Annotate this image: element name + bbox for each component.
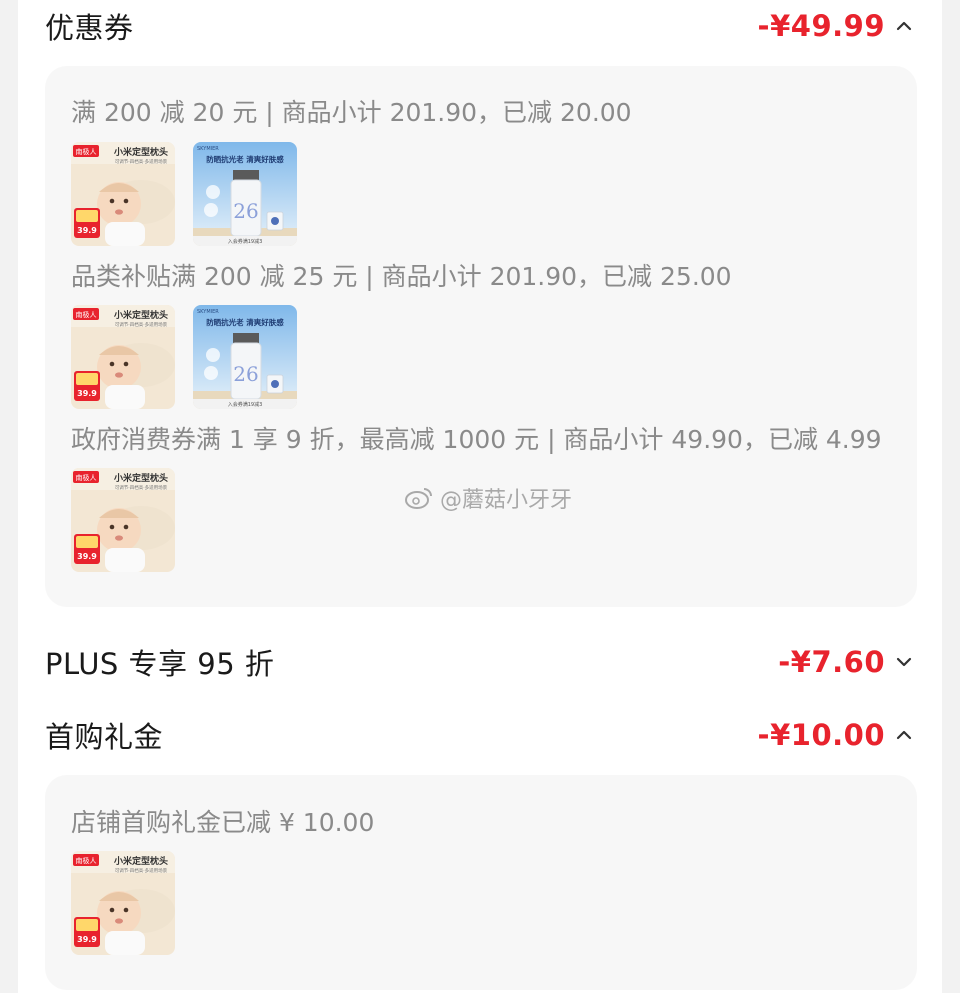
chevron-down-icon[interactable] — [893, 651, 915, 673]
svg-text:南极人: 南极人 — [76, 473, 97, 482]
svg-text:南极人: 南极人 — [76, 310, 97, 319]
first-purchase-amount: -¥10.00 — [757, 718, 885, 752]
watermark-text: @蘑菇小牙牙 — [440, 488, 573, 513]
product-thumb-pillow[interactable]: 南极人 小米定型枕头 可调节·四档高·多适用场景 39.9 — [71, 142, 175, 246]
svg-text:小米定型枕头: 小米定型枕头 — [113, 146, 168, 158]
weibo-icon — [405, 488, 432, 509]
coupon-amount-group: -¥49.99 — [758, 9, 915, 43]
svg-text:可调节·四档高·多适用场景: 可调节·四档高·多适用场景 — [115, 867, 168, 874]
svg-text:小米定型枕头: 小米定型枕头 — [113, 309, 168, 321]
coupon-amount: -¥49.99 — [757, 9, 885, 43]
svg-text:SKYMIER: SKYMIER — [197, 309, 219, 315]
product-thumb-pillow[interactable]: 南极人 小米定型枕头 可调节·四档高·多适用场景 39.9 — [71, 305, 175, 409]
watermark: @蘑菇小牙牙 — [404, 482, 572, 514]
svg-text:39.9: 39.9 — [77, 552, 97, 561]
coupon-title: 优惠券 — [45, 11, 134, 45]
svg-text:39.9: 39.9 — [77, 226, 97, 235]
svg-text:小米定型枕头: 小米定型枕头 — [113, 472, 168, 484]
svg-text:入会券满19减3: 入会券满19减3 — [228, 238, 263, 245]
svg-text:南极人: 南极人 — [76, 856, 97, 865]
chevron-up-icon[interactable] — [893, 15, 915, 37]
coupon-group-1-text: 满 200 减 20 元 | 商品小计 201.90，已减 20.00 — [71, 98, 632, 127]
first-purchase-title: 首购礼金 — [45, 720, 164, 754]
first-purchase-panel: 店铺首购礼金已减 ¥ 10.00 南极人 小米定型枕头 可调节·四档高·多适用场… — [45, 775, 917, 990]
svg-text:39.9: 39.9 — [77, 389, 97, 398]
coupon-group-1-items: 南极人 小米定型枕头 可调节·四档高·多适用场景 39.9 SKYMIER 防晒… — [71, 142, 297, 246]
plus-row[interactable]: PLUS 专享 95 折 -¥7.60 — [45, 636, 915, 688]
chevron-up-icon[interactable] — [893, 724, 915, 746]
plus-amount-group: -¥7.60 — [778, 645, 915, 679]
coupon-detail-panel: 满 200 减 20 元 | 商品小计 201.90，已减 20.00 南极人 … — [45, 66, 917, 607]
product-thumb-sunscreen[interactable]: SKYMIER 防晒抗光老 清爽好肤感 26 入会券满19减3 — [193, 305, 297, 409]
first-purchase-items: 南极人 小米定型枕头 可调节·四档高·多适用场景 39.9 — [71, 851, 175, 955]
svg-text:入会券满19减3: 入会券满19减3 — [228, 401, 263, 408]
svg-text:可调节·四档高·多适用场景: 可调节·四档高·多适用场景 — [115, 321, 168, 328]
svg-text:防晒抗光老 清爽好肤感: 防晒抗光老 清爽好肤感 — [206, 154, 284, 164]
first-purchase-amount-group: -¥10.00 — [758, 718, 915, 752]
svg-text:SKYMIER: SKYMIER — [197, 146, 219, 152]
svg-text:南极人: 南极人 — [76, 147, 97, 156]
product-thumb-pillow[interactable]: 南极人 小米定型枕头 可调节·四档高·多适用场景 39.9 — [71, 468, 175, 572]
plus-title: PLUS 专享 95 折 — [45, 647, 275, 681]
product-thumb-pillow[interactable]: 南极人 小米定型枕头 可调节·四档高·多适用场景 39.9 — [71, 851, 175, 955]
svg-text:39.9: 39.9 — [77, 935, 97, 944]
svg-text:可调节·四档高·多适用场景: 可调节·四档高·多适用场景 — [115, 158, 168, 165]
discount-detail-card: 优惠券 -¥49.99 满 200 减 20 元 | 商品小计 201.90，已… — [18, 0, 942, 993]
svg-text:防晒抗光老 清爽好肤感: 防晒抗光老 清爽好肤感 — [206, 317, 284, 327]
svg-text:小米定型枕头: 小米定型枕头 — [113, 855, 168, 867]
coupon-group-2-text: 品类补贴满 200 减 25 元 | 商品小计 201.90，已减 25.00 — [71, 262, 732, 291]
svg-text:26: 26 — [233, 199, 258, 223]
plus-amount: -¥7.60 — [778, 645, 885, 679]
first-purchase-text: 店铺首购礼金已减 ¥ 10.00 — [71, 808, 375, 837]
svg-text:可调节·四档高·多适用场景: 可调节·四档高·多适用场景 — [115, 484, 168, 491]
first-purchase-row[interactable]: 首购礼金 -¥10.00 — [45, 709, 915, 761]
coupon-group-2-items: 南极人 小米定型枕头 可调节·四档高·多适用场景 39.9 SKYMIER 防晒… — [71, 305, 297, 409]
svg-text:26: 26 — [233, 362, 258, 386]
coupon-group-3-text: 政府消费券满 1 享 9 折，最高减 1000 元 | 商品小计 49.90，已… — [71, 425, 882, 454]
coupon-group-3-items: 南极人 小米定型枕头 可调节·四档高·多适用场景 39.9 — [71, 468, 175, 572]
product-thumb-sunscreen[interactable]: SKYMIER 防晒抗光老 清爽好肤感 26 入会券满19减3 — [193, 142, 297, 246]
coupon-row[interactable]: 优惠券 -¥49.99 — [45, 0, 915, 52]
